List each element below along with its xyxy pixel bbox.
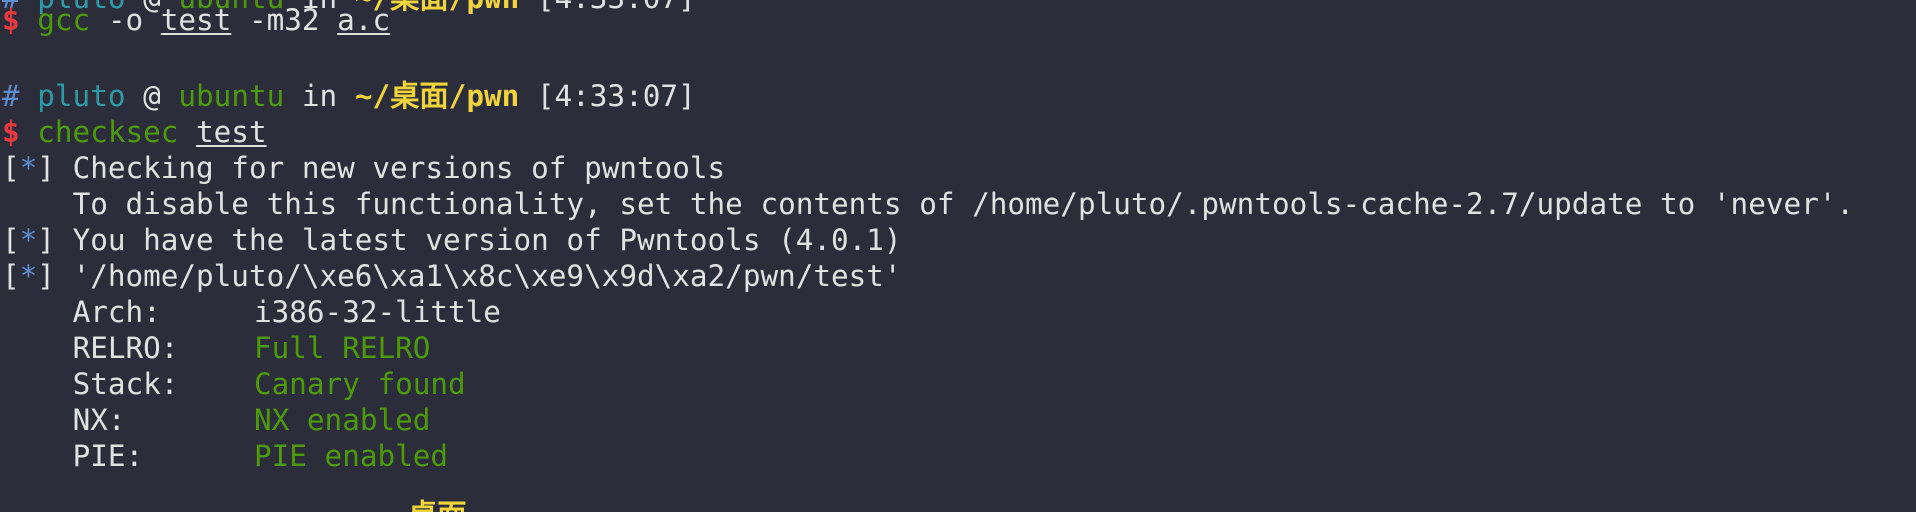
prompt-path: 桌面 [408, 497, 467, 512]
checksec-row-pie: PIE: PIE enabled [2, 438, 448, 474]
output-line-3: [*] You have the latest version of Pwnto… [2, 223, 902, 257]
prompt-dollar: $ [2, 115, 20, 149]
checksec-value: NX enabled [254, 403, 431, 437]
output-text: To disable this functionality, set the c… [72, 187, 1855, 221]
prompt-line: # pluto @ ubuntu in ~/桌面/pwn [4:33:07] [2, 78, 696, 114]
output-line-4: [*] '/home/pluto/\xe6\xa1\x8c\xe9\x9d\xa… [2, 259, 902, 293]
prompt-time: [4:33:07] [537, 0, 696, 15]
checksec-key: Stack: [72, 367, 179, 401]
prompt-in: in [301, 79, 338, 113]
checksec-value: Full RELRO [254, 331, 431, 365]
checksec-row-arch: Arch: i386-32-little [2, 294, 501, 330]
prompt-path: ~/桌面/pwn [354, 79, 520, 113]
option-o: -o [107, 3, 144, 37]
checksec-target: test [196, 115, 267, 149]
command-checksec: checksec [37, 115, 179, 149]
output-text: '/home/pluto/\xe6\xa1\x8c\xe9\x9d\xa2/pw… [72, 259, 902, 293]
source-file: a.c [337, 3, 391, 37]
checksec-key: NX: [72, 403, 126, 437]
prompt-dollar: $ [2, 3, 20, 37]
prompt-hash: # [2, 79, 20, 113]
checksec-row-relro: RELRO: Full RELRO [2, 330, 431, 366]
command-gcc: gcc [37, 3, 91, 37]
output-line-1: [*] Checking for new versions of pwntool… [2, 151, 726, 185]
checksec-key: RELRO: [72, 331, 179, 365]
checksec-row-nx: NX: NX enabled [2, 402, 431, 438]
checksec-key: Arch: [72, 295, 161, 329]
output-text: You have the latest version of Pwntools … [72, 223, 902, 257]
prompt-time: [4:33:07] [536, 79, 696, 113]
output-line-2: To disable this functionality, set the c… [2, 186, 1854, 222]
info-star-icon: * [19, 151, 38, 185]
prompt-user: pluto [37, 79, 126, 113]
checksec-value: Canary found [254, 367, 466, 401]
checksec-value: i386-32-little [254, 295, 501, 329]
info-star-icon: * [19, 223, 38, 257]
terminal-window[interactable]: # pluto @ ubuntu in ~/桌面/pwn [4:33:07] $… [0, 0, 1916, 512]
info-star-icon: * [19, 259, 38, 293]
prompt-at: @ [143, 79, 161, 113]
output-text: Checking for new versions of pwntools [72, 151, 726, 185]
checksec-command-line: $ checksec test [2, 114, 267, 150]
checksec-row-stack: Stack: Canary found [2, 366, 466, 402]
prompt-host: ubuntu [178, 79, 285, 113]
compile-command-line: $ gcc -o test -m32 a.c [2, 2, 390, 38]
output-file: test [160, 3, 232, 37]
option-m32: -m32 [248, 3, 320, 37]
checksec-value: PIE enabled [254, 439, 449, 473]
checksec-key: PIE: [72, 439, 144, 473]
